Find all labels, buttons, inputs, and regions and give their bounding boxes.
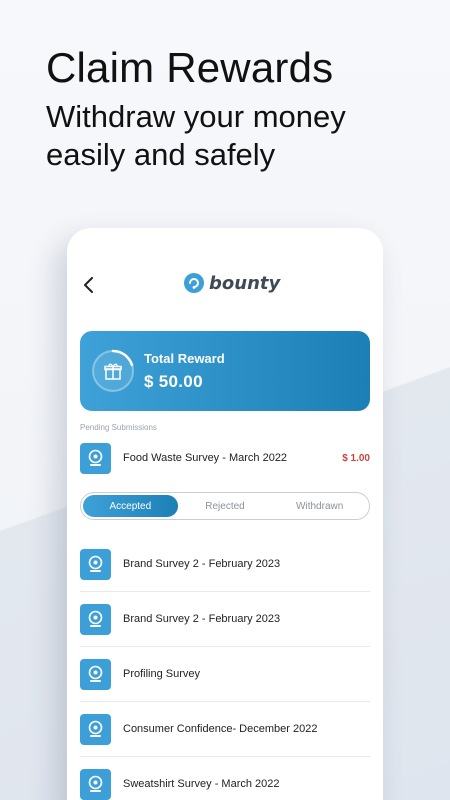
accepted-survey-list: Brand Survey 2 - February 2023 Brand Sur…	[80, 537, 370, 800]
reward-amount: $ 50.00	[144, 372, 203, 391]
pending-item-amount: $ 1.00	[342, 452, 370, 464]
survey-icon	[80, 658, 111, 690]
survey-icon	[80, 603, 111, 635]
survey-name: Brand Survey 2 - February 2023	[123, 558, 281, 570]
total-reward-card: Total Reward $ 50.00	[80, 331, 370, 411]
promo-subline: Withdraw your money easily and safely	[46, 99, 346, 172]
status-tabs: Accepted Rejected Withdrawn	[80, 492, 370, 520]
survey-icon	[80, 768, 111, 800]
list-item[interactable]: Brand Survey 2 - February 2023	[80, 537, 370, 592]
survey-icon	[80, 713, 111, 745]
back-button[interactable]	[79, 274, 99, 296]
chevron-left-icon	[84, 277, 93, 293]
list-item[interactable]: Brand Survey 2 - February 2023	[80, 592, 370, 647]
gift-icon	[104, 363, 122, 380]
brand-name: bounty	[209, 272, 281, 294]
survey-icon	[80, 442, 111, 474]
pending-item-name: Food Waste Survey - March 2022	[123, 452, 288, 464]
list-item[interactable]: Profiling Survey	[80, 647, 370, 702]
list-item[interactable]: Consumer Confidence- December 2022	[80, 702, 370, 757]
survey-name: Sweatshirt Survey - March 2022	[123, 778, 280, 790]
promo-headline: Claim Rewards	[46, 44, 334, 91]
tab-rejected[interactable]: Rejected	[178, 495, 273, 517]
phone-screen: bounty Total Reward $ 50.00 Pending Subm…	[67, 228, 383, 800]
pending-item[interactable]: Food Waste Survey - March 2022 $ 1.00	[80, 442, 370, 474]
survey-name: Consumer Confidence- December 2022	[123, 723, 318, 735]
reward-title: Total Reward	[144, 351, 225, 366]
survey-icon	[80, 548, 111, 580]
list-item[interactable]: Sweatshirt Survey - March 2022	[80, 757, 370, 800]
pending-submissions-label: Pending Submissions	[80, 423, 157, 432]
tab-withdrawn[interactable]: Withdrawn	[272, 495, 367, 517]
bounty-logo-icon	[184, 273, 204, 293]
survey-name: Profiling Survey	[123, 668, 201, 680]
survey-name: Brand Survey 2 - February 2023	[123, 613, 281, 625]
brand-logo: bounty	[183, 272, 280, 294]
tab-accepted[interactable]: Accepted	[83, 495, 178, 517]
